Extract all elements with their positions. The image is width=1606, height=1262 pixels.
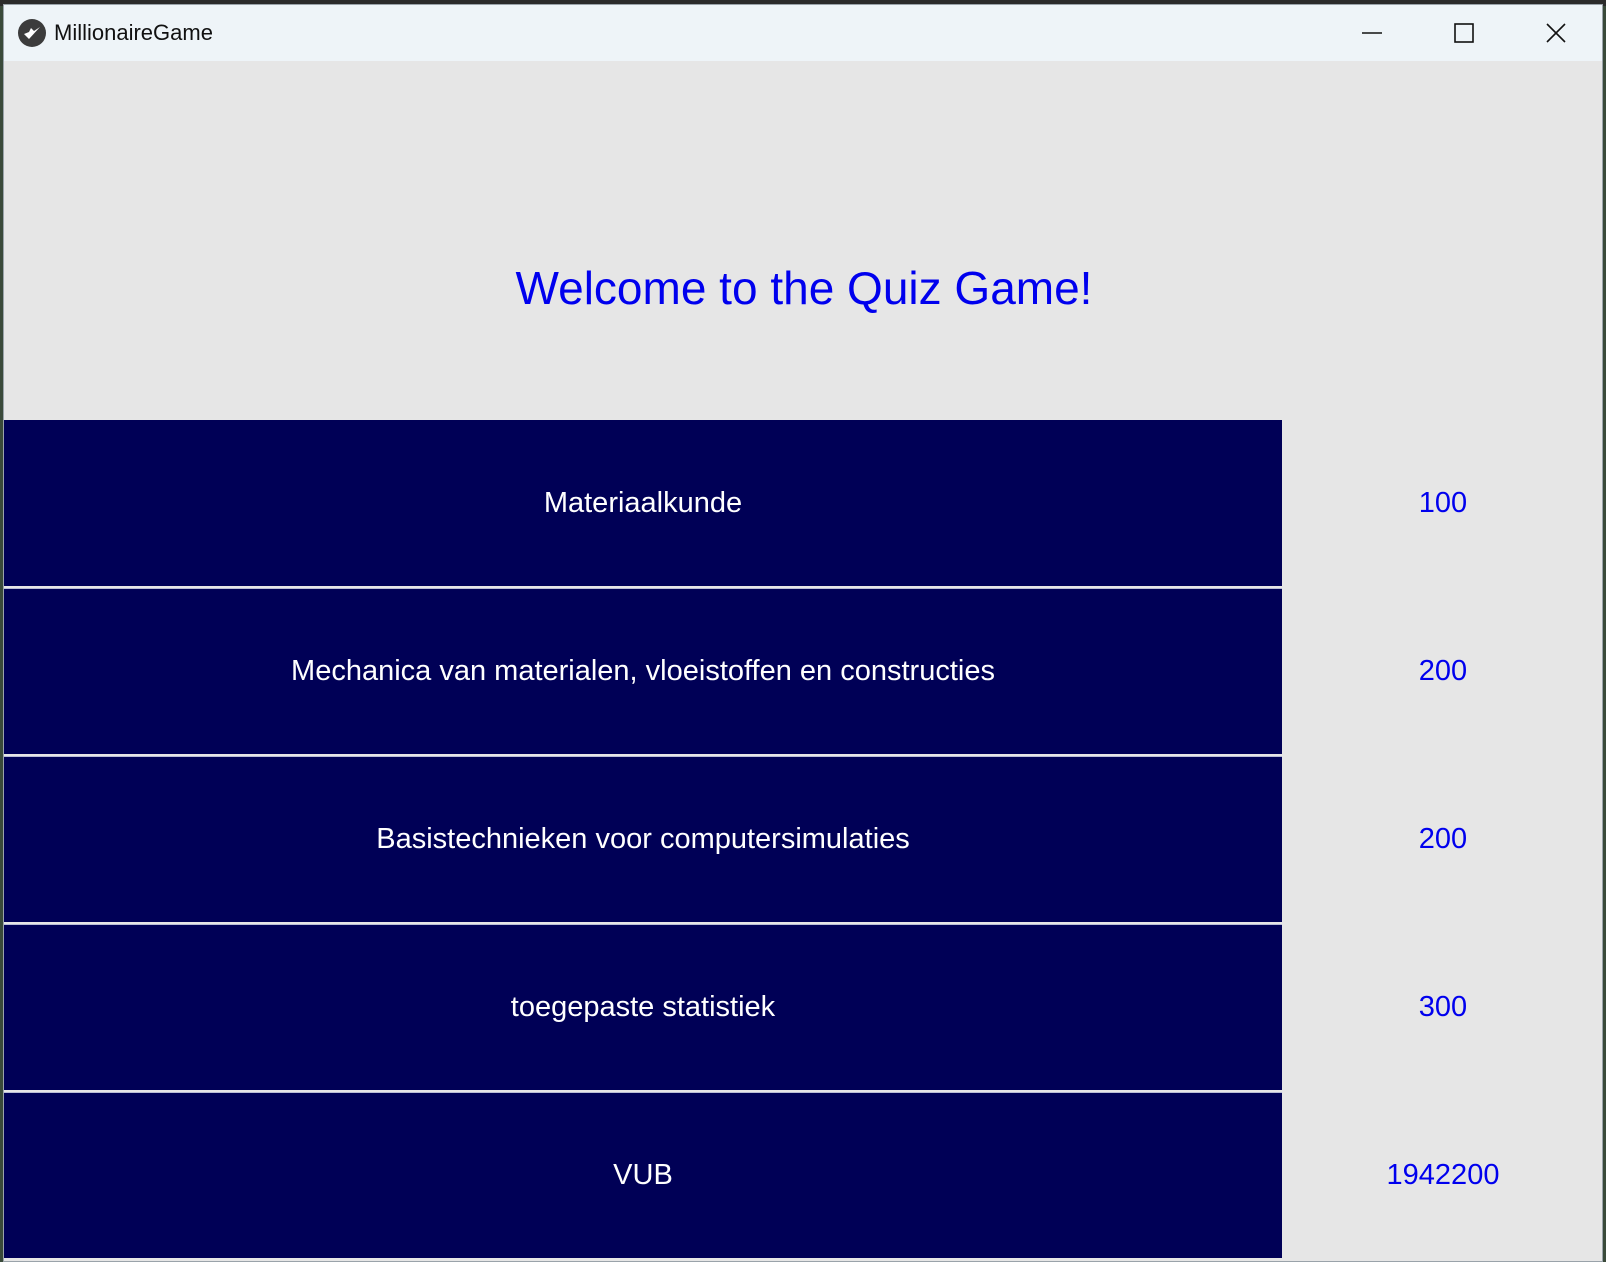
category-row: toegepaste statistiek 300: [4, 923, 1602, 1091]
app-window: MillionaireGame Welcome to the Quiz Game…: [3, 4, 1603, 1262]
category-row: VUB 1942200: [4, 1091, 1602, 1259]
category-row: Mechanica van materialen, vloeistoffen e…: [4, 587, 1602, 755]
window-controls: [1326, 5, 1602, 61]
title-bar[interactable]: MillionaireGame: [4, 5, 1602, 61]
category-score: 200: [1418, 654, 1468, 687]
category-button-materiaalkunde[interactable]: Materiaalkunde: [4, 420, 1282, 586]
kivy-logo-icon: [18, 19, 46, 47]
main-content: Welcome to the Quiz Game! Materiaalkunde…: [4, 61, 1602, 1261]
category-button-vub[interactable]: VUB: [4, 1092, 1282, 1258]
minimize-button[interactable]: [1326, 5, 1418, 61]
window-title: MillionaireGame: [54, 20, 213, 45]
category-list: Materiaalkunde 100 Mechanica van materia…: [4, 419, 1602, 1259]
close-icon: [1546, 23, 1566, 43]
category-score: 100: [1418, 486, 1468, 519]
welcome-heading: Welcome to the Quiz Game!: [515, 262, 1093, 314]
category-row: Materiaalkunde 100: [4, 419, 1602, 587]
maximize-button[interactable]: [1418, 5, 1510, 61]
category-score: 200: [1418, 822, 1468, 855]
category-score: 300: [1418, 990, 1468, 1023]
category-button-basistechnieken[interactable]: Basistechnieken voor computersimulaties: [4, 756, 1282, 922]
category-score: 1942200: [1386, 1158, 1500, 1191]
category-row: Basistechnieken voor computersimulaties …: [4, 755, 1602, 923]
category-button-mechanica[interactable]: Mechanica van materialen, vloeistoffen e…: [4, 588, 1282, 754]
maximize-icon: [1454, 23, 1474, 43]
category-button-statistiek[interactable]: toegepaste statistiek: [4, 924, 1282, 1090]
close-button[interactable]: [1510, 5, 1602, 61]
minimize-icon: [1362, 32, 1382, 34]
